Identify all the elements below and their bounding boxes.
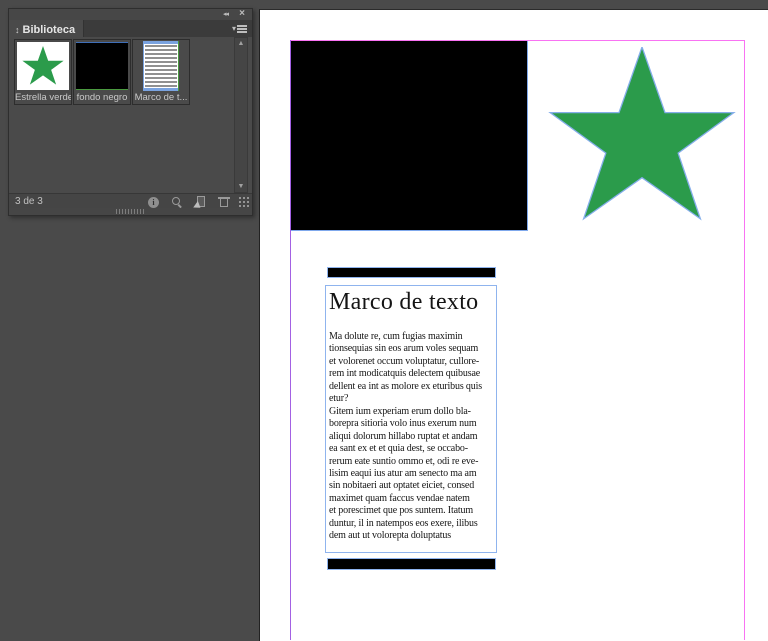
- library-item-fondo-negro[interactable]: fondo negro: [73, 39, 131, 105]
- item-count-label: 3 de 3: [15, 196, 43, 207]
- library-item-label: Estrella verde: [15, 92, 71, 103]
- library-item-label: fondo negro: [76, 92, 128, 103]
- resize-grip-icon[interactable]: [239, 197, 250, 208]
- tab-toggle-icon: ↕: [15, 25, 20, 35]
- close-icon[interactable]: ×: [239, 9, 245, 19]
- tab-label: Biblioteca: [22, 24, 76, 36]
- new-library-item-icon[interactable]: [195, 196, 206, 208]
- tab-biblioteca[interactable]: ↕ Biblioteca: [9, 20, 85, 37]
- library-items-area: Estrella verde fondo negro Marco de t...: [9, 37, 252, 193]
- scroll-down-icon[interactable]: ▼: [235, 183, 247, 190]
- green-star-object[interactable]: [548, 47, 736, 225]
- black-bar-top-object[interactable]: [327, 267, 496, 278]
- library-item-estrella-verde[interactable]: Estrella verde: [14, 39, 72, 105]
- panel-tab-bar: ↕ Biblioteca ▾: [9, 20, 252, 38]
- panel-bottom-strip: [9, 208, 252, 215]
- collapse-panel-icon[interactable]: ◂◂: [223, 11, 229, 18]
- search-icon[interactable]: [171, 196, 183, 208]
- panel-top-bar: ◂◂ ×: [9, 9, 252, 20]
- hamburger-icon: [237, 24, 247, 33]
- column-guide-left: [290, 40, 291, 640]
- text-frame-object[interactable]: Marco de texto Ma dolute re, cum fugias …: [325, 285, 497, 553]
- info-icon[interactable]: i: [148, 196, 159, 208]
- library-item-label: Marco de t...: [134, 92, 188, 103]
- panel-menu-icon[interactable]: ▾: [232, 24, 247, 33]
- green-star-thumbnail: [17, 42, 69, 90]
- delete-item-icon[interactable]: [218, 196, 230, 208]
- star-icon: [22, 46, 64, 85]
- black-rectangle-object[interactable]: [290, 40, 528, 231]
- indesign-workspace: { "library_panel": { "tab_title": "Bibli…: [0, 0, 768, 641]
- margin-guide-top: [290, 40, 745, 41]
- library-items-row: Estrella verde fondo negro Marco de t...: [14, 39, 191, 105]
- library-item-marco-de-texto[interactable]: Marco de t...: [132, 39, 190, 105]
- text-frame-body: Ma dolute re, cum fugias maximin tionsequ…: [329, 331, 482, 542]
- drag-handle[interactable]: [115, 209, 146, 214]
- scroll-up-icon[interactable]: ▲: [235, 40, 247, 47]
- library-panel: ◂◂ × ↕ Biblioteca ▾ Estrella verde fondo…: [8, 8, 253, 216]
- text-frame-thumbnail: [143, 41, 179, 91]
- margin-guide-right: [744, 40, 745, 640]
- black-bar-bottom-object[interactable]: [327, 558, 496, 570]
- text-frame-heading: Marco de texto: [329, 289, 479, 315]
- black-rect-thumbnail: [76, 42, 128, 90]
- panel-scrollbar[interactable]: ▲ ▼: [234, 37, 248, 193]
